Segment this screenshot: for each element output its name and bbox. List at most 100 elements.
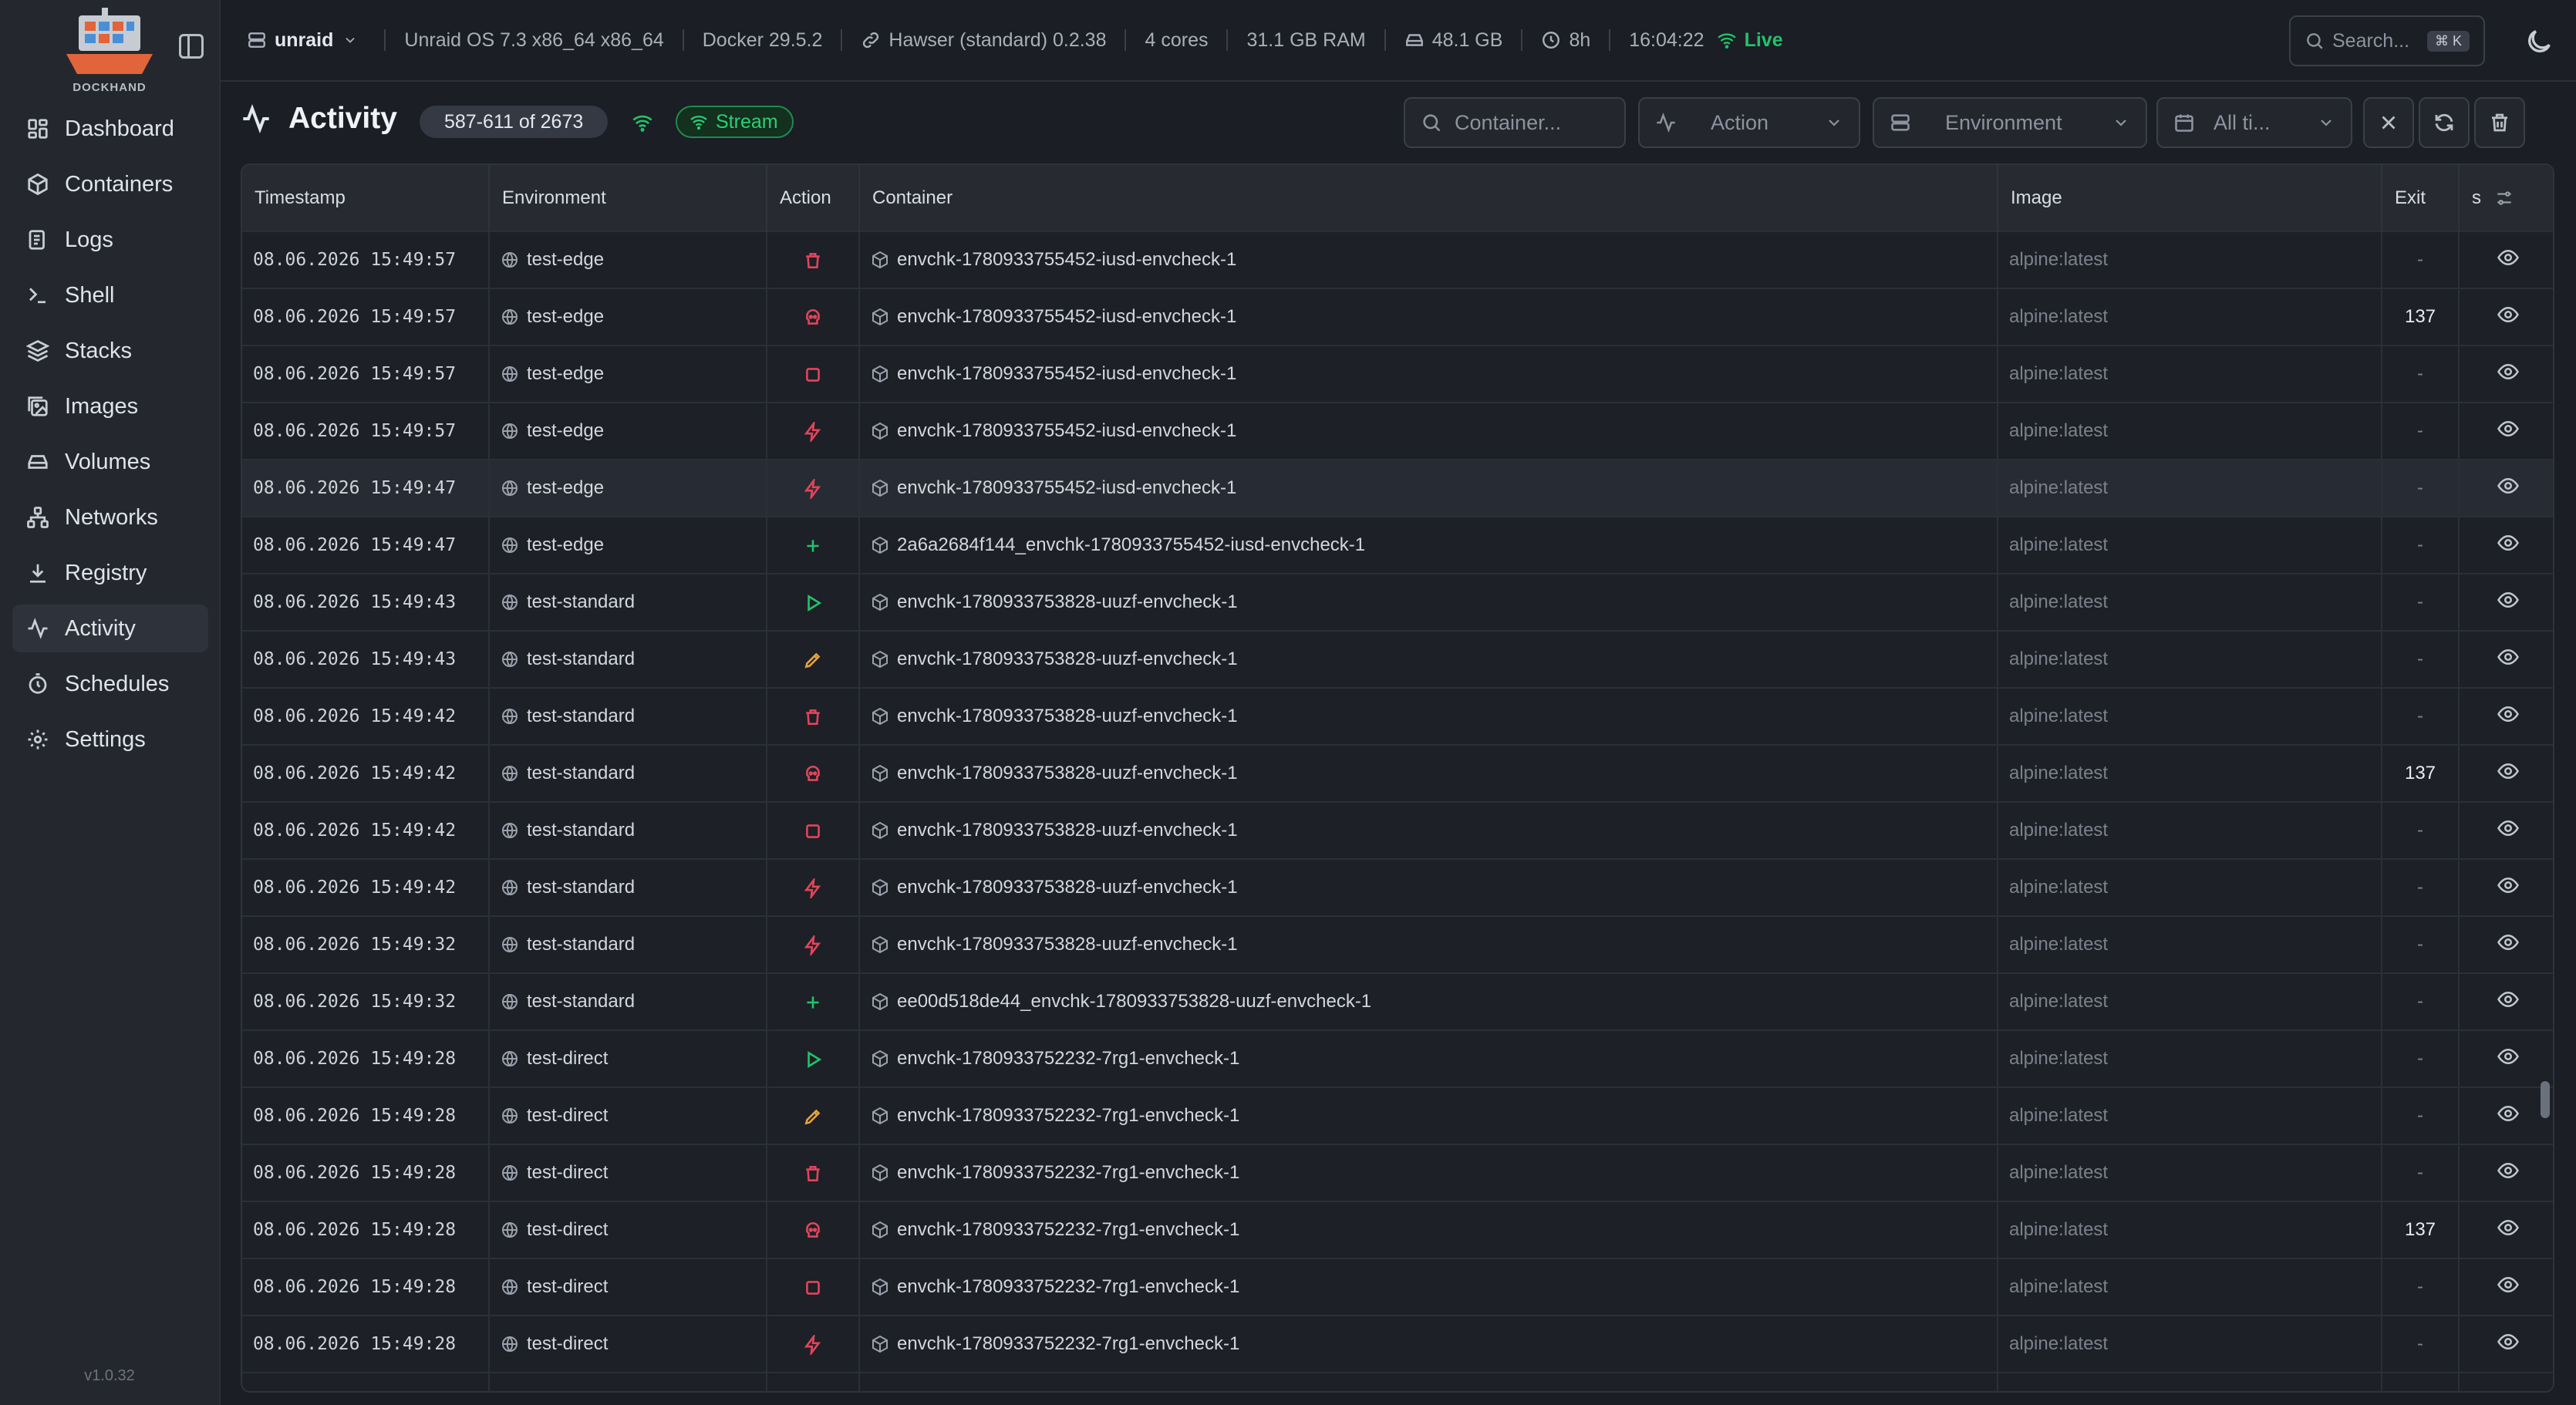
environment-name: test-direct [527, 1391, 608, 1392]
table-row[interactable]: 08.06.2026 15:49:57 test-edge envchk-17809… [242, 231, 2553, 288]
table-row[interactable]: 08.06.2026 15:49:28 test-direct envchk-178… [242, 1201, 2553, 1258]
eye-icon [2497, 591, 2520, 616]
column-header-environment[interactable]: Environment [489, 165, 767, 231]
sidebar-item-shell[interactable]: Shell [12, 271, 208, 319]
sidebar-item-stacks[interactable]: Stacks [12, 327, 208, 375]
view-details-button[interactable] [2459, 915, 2553, 973]
row-environment: test-standard [489, 630, 767, 688]
sidebar-item-containers[interactable]: Containers [12, 160, 208, 208]
row-timestamp: 08.06.2026 15:49:47 [242, 516, 490, 574]
row-exit-code: - [2382, 1087, 2460, 1144]
clear-filters-button[interactable] [2363, 97, 2414, 148]
table-row[interactable]: 08.06.2026 15:49:32 test-standard ee00d518… [242, 972, 2553, 1030]
row-container: envchk-1780933753828-uuzf-envcheck-1 [859, 573, 1998, 631]
hawser-info: Hawser (standard) 0.2.38 [861, 29, 1106, 52]
column-settings-icon[interactable] [2494, 188, 2514, 208]
row-container: ee00d518de44_envchk-1780933753828-uuzf-e… [859, 972, 1998, 1030]
sidebar-item-schedules[interactable]: Schedules [12, 660, 208, 708]
sidebar-collapse-button[interactable] [179, 34, 204, 59]
sidebar-item-volumes[interactable]: Volumes [12, 438, 208, 486]
view-details-button[interactable] [2459, 687, 2553, 745]
globe-icon [501, 251, 519, 269]
column-header-exit[interactable]: Exit [2382, 165, 2460, 231]
row-image: alpine:latest [1998, 1144, 2382, 1201]
container-name: envchk-1780933753828-uuzf-envcheck-1 [897, 591, 1238, 612]
sidebar-item-dashboard[interactable]: Dashboard [12, 105, 208, 153]
table-row[interactable]: 08.06.2026 15:49:47 test-edge 2a6a2684f144… [242, 516, 2553, 574]
view-details-button[interactable] [2459, 459, 2553, 517]
sidebar-item-settings[interactable]: Settings [12, 716, 208, 763]
view-details-button[interactable] [2459, 573, 2553, 631]
zap-icon [803, 419, 823, 444]
table-row[interactable]: 08.06.2026 15:49:57 test-edge envchk-17809… [242, 345, 2553, 403]
sidebar-item-networks[interactable]: Networks [12, 494, 208, 541]
play-icon [803, 593, 823, 613]
stream-toggle[interactable]: Stream [676, 106, 794, 138]
table-row[interactable]: 08.06.2026 15:49:42 test-standard envchk-1… [242, 801, 2553, 859]
action-filter-select[interactable]: Action [1638, 97, 1860, 148]
container-filter-input[interactable]: Container... [1404, 97, 1626, 148]
view-details-button[interactable] [2459, 516, 2553, 574]
host-selector[interactable]: unraid [247, 29, 366, 52]
column-header-timestamp[interactable]: Timestamp [242, 165, 490, 231]
table-row[interactable]: 08.06.2026 15:49:32 test-standard envchk-1… [242, 915, 2553, 973]
column-header-action[interactable]: Action [767, 165, 860, 231]
row-action [767, 744, 860, 802]
container-name: envchk-1780933755452-iusd-envcheck-1 [897, 306, 1237, 327]
delete-all-button[interactable] [2474, 97, 2525, 148]
container-name: envchk-1780933753828-uuzf-envcheck-1 [897, 763, 1238, 783]
view-details-button[interactable] [2459, 1315, 2553, 1373]
view-details-button[interactable] [2459, 744, 2553, 802]
view-details-button[interactable] [2459, 402, 2553, 460]
chevron-down-icon [1829, 120, 1839, 126]
refresh-button[interactable] [2419, 97, 2470, 148]
table-row[interactable]: 08.06.2026 15:49:28 test-direct envchk-178… [242, 1144, 2553, 1201]
view-details-button[interactable] [2459, 972, 2553, 1030]
table-row[interactable]: 08.06.2026 15:49:18 test-direct envchk-178… [242, 1372, 2553, 1392]
view-details-button[interactable] [2459, 1029, 2553, 1087]
view-details-button[interactable] [2459, 801, 2553, 859]
time-range-select[interactable]: All ti... [2156, 97, 2352, 148]
theme-toggle-button[interactable] [2524, 26, 2554, 57]
row-timestamp: 08.06.2026 15:49:57 [242, 345, 490, 403]
row-exit-code: 137 [2382, 288, 2460, 345]
row-timestamp: 08.06.2026 15:49:28 [242, 1258, 490, 1316]
column-header-settings[interactable]: s [2459, 165, 2553, 231]
global-search[interactable]: Search... ⌘ K [2289, 15, 2485, 66]
sidebar-item-images[interactable]: Images [12, 382, 208, 430]
dockhand-logo[interactable]: DOCKHAND [62, 8, 157, 94]
images-icon [26, 395, 49, 418]
view-details-button[interactable] [2459, 1372, 2553, 1391]
column-header-container[interactable]: Container [859, 165, 1998, 231]
table-row[interactable]: 08.06.2026 15:49:28 test-direct envchk-178… [242, 1029, 2553, 1087]
row-image: alpine:latest [1998, 1087, 2382, 1144]
view-details-button[interactable] [2459, 288, 2553, 345]
view-details-button[interactable] [2459, 1144, 2553, 1201]
view-details-button[interactable] [2459, 1258, 2553, 1316]
table-row[interactable]: 08.06.2026 15:49:28 test-direct envchk-178… [242, 1087, 2553, 1144]
table-row[interactable]: 08.06.2026 15:49:43 test-standard envchk-1… [242, 573, 2553, 631]
table-row[interactable]: 08.06.2026 15:49:42 test-standard envchk-1… [242, 744, 2553, 802]
view-details-button[interactable] [2459, 345, 2553, 403]
view-details-button[interactable] [2459, 231, 2553, 288]
table-row[interactable]: 08.06.2026 15:49:28 test-direct envchk-178… [242, 1258, 2553, 1316]
sidebar-item-activity[interactable]: Activity [12, 605, 208, 652]
table-row[interactable]: 08.06.2026 15:49:57 test-edge envchk-17809… [242, 288, 2553, 345]
table-row[interactable]: 08.06.2026 15:49:42 test-standard envchk-1… [242, 858, 2553, 916]
row-image: alpine:latest [1998, 402, 2382, 460]
view-details-button[interactable] [2459, 1201, 2553, 1258]
column-header-image[interactable]: Image [1998, 165, 2382, 231]
sidebar-item-registry[interactable]: Registry [12, 549, 208, 597]
logs-icon [26, 228, 49, 251]
sidebar-item-logs[interactable]: Logs [12, 216, 208, 264]
table-row[interactable]: 08.06.2026 15:49:42 test-standard envchk-1… [242, 687, 2553, 745]
table-row[interactable]: 08.06.2026 15:49:47 test-edge envchk-17809… [242, 459, 2553, 517]
app-window: DOCKHAND Dashboard Containers Logs Shell Sta… [0, 0, 2576, 1405]
table-row[interactable]: 08.06.2026 15:49:43 test-standard envchk-1… [242, 630, 2553, 688]
table-row[interactable]: 08.06.2026 15:49:57 test-edge envchk-17809… [242, 402, 2553, 460]
environment-filter-select[interactable]: Environment [1873, 97, 2147, 148]
view-details-button[interactable] [2459, 630, 2553, 688]
view-details-button[interactable] [2459, 858, 2553, 916]
table-scrollbar[interactable] [2541, 1081, 2550, 1118]
table-row[interactable]: 08.06.2026 15:49:28 test-direct envchk-178… [242, 1315, 2553, 1373]
